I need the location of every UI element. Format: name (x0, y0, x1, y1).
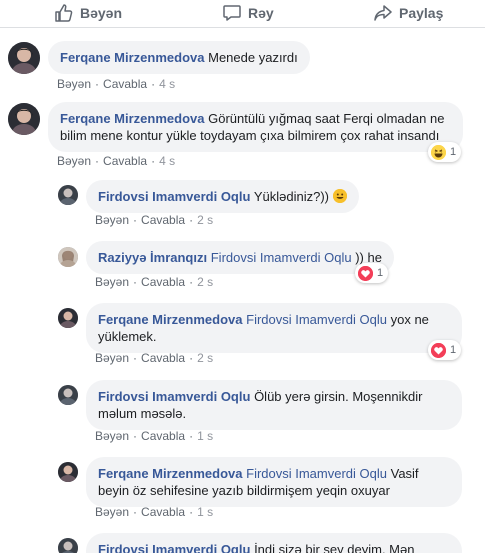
comment-text: Menede yazırdı (208, 50, 298, 65)
like-label: Bəyən (80, 5, 123, 21)
comment-timestamp[interactable]: 4 s (159, 77, 175, 91)
comment-timestamp[interactable]: 2 s (197, 213, 213, 227)
grin-emoji-icon (332, 189, 347, 203)
comment-reply-link[interactable]: Cavabla (103, 154, 147, 168)
comment-author[interactable]: Firdovsi Imamverdi Oqlu (98, 389, 250, 404)
comment-bubble: Firdovsi Imamverdi Oqlu İndi sizə bir şe… (86, 533, 462, 553)
comment-author[interactable]: Firdovsi Imamverdi Oqlu (98, 189, 250, 204)
comment-reply-link[interactable]: Cavabla (141, 213, 185, 227)
avatar[interactable] (58, 538, 78, 553)
comment-bubble: Ferqane Mirzenmedova Menede yazırdı (48, 41, 310, 74)
comment-reply-link[interactable]: Cavabla (141, 429, 185, 443)
reaction-count: 1 (377, 267, 384, 279)
share-button[interactable]: Paylaş (373, 3, 443, 23)
reaction-count: 1 (450, 344, 457, 356)
comment-meta: Bəyən · Cavabla · 4 s (57, 154, 176, 168)
comment-like-link[interactable]: Bəyən (95, 351, 129, 365)
share-arrow-icon (373, 3, 393, 23)
comment-author[interactable]: Firdovsi Imamverdi Oqlu (98, 542, 250, 553)
post-action-bar: Bəyən Rəy Paylaş (0, 0, 485, 28)
comment-reply-link[interactable]: Cavabla (103, 77, 147, 91)
share-label: Paylaş (399, 5, 444, 21)
comment-like-link[interactable]: Bəyən (95, 213, 129, 227)
mention-link[interactable]: Firdovsi Imamverdi Oqlu (246, 312, 387, 327)
comment-author[interactable]: Ferqane Mirzenmedova (60, 50, 205, 65)
reaction-badge[interactable]: 1 (428, 340, 462, 360)
reply-button[interactable]: Rəy (222, 3, 274, 23)
comment-text: Yüklədiniz?)) (253, 189, 329, 204)
comment-bubble: Ferqane Mirzenmedova Firdovsi Imamverdi … (86, 457, 462, 507)
comment-reply-link[interactable]: Cavabla (141, 351, 185, 365)
heart-icon (358, 265, 373, 281)
reaction-count: 1 (450, 146, 457, 158)
comment-timestamp[interactable]: 4 s (159, 154, 175, 168)
comment-bubble: Raziyyə İmranqızı Firdovsi Imamverdi Oql… (86, 241, 394, 274)
comment-bubble: Ferqane Mirzenmedova Görüntülü yığmaq sa… (48, 102, 463, 152)
comment-meta: Bəyən · Cavabla · 2 s (95, 275, 214, 289)
avatar[interactable] (58, 185, 78, 205)
comment-timestamp[interactable]: 2 s (197, 275, 213, 289)
mention-link[interactable]: Firdovsi Imamverdi Oqlu (211, 250, 352, 265)
comment-author[interactable]: Ferqane Mirzenmedova (98, 466, 243, 481)
comment-meta: Bəyən · Cavabla · 1 s (95, 429, 214, 443)
comment-timestamp[interactable]: 1 s (197, 429, 213, 443)
comment-author[interactable]: Ferqane Mirzenmedova (98, 312, 243, 327)
haha-icon (431, 144, 446, 160)
avatar[interactable] (8, 103, 40, 135)
reaction-badge[interactable]: 1 (355, 263, 389, 283)
comment-bubble: Ferqane Mirzenmedova Firdovsi Imamverdi … (86, 303, 462, 353)
comment-reply-link[interactable]: Cavabla (141, 505, 185, 519)
comment-author[interactable]: Ferqane Mirzenmedova (60, 111, 205, 126)
comments-section: Ferqane Mirzenmedova Menede yazırdı Bəyə… (0, 28, 485, 553)
avatar[interactable] (8, 42, 40, 74)
avatar[interactable] (58, 308, 78, 328)
comment-like-link[interactable]: Bəyən (57, 154, 91, 168)
speech-bubble-icon (222, 3, 242, 23)
comment-meta: Bəyən · Cavabla · 4 s (57, 77, 176, 91)
avatar[interactable] (58, 247, 78, 267)
comment-like-link[interactable]: Bəyən (57, 77, 91, 91)
avatar[interactable] (58, 385, 78, 405)
avatar[interactable] (58, 462, 78, 482)
comment-like-link[interactable]: Bəyən (95, 505, 129, 519)
like-button[interactable]: Bəyən (54, 3, 122, 23)
comment-like-link[interactable]: Bəyən (95, 275, 129, 289)
thumbs-up-icon (54, 3, 74, 23)
heart-icon (431, 342, 446, 358)
comment-bubble: Firdovsi Imamverdi Oqlu Yüklədiniz?)) (86, 180, 359, 213)
comment-reply-link[interactable]: Cavabla (141, 275, 185, 289)
mention-link[interactable]: Firdovsi Imamverdi Oqlu (246, 466, 387, 481)
comment-bubble: Firdovsi Imamverdi Oqlu Ölüb yerə girsin… (86, 380, 462, 430)
comment-author[interactable]: Raziyyə İmranqızı (98, 250, 207, 265)
comment-timestamp[interactable]: 1 s (197, 505, 213, 519)
comment-timestamp[interactable]: 2 s (197, 351, 213, 365)
reaction-badge[interactable]: 1 (428, 142, 462, 162)
comment-meta: Bəyən · Cavabla · 2 s (95, 213, 214, 227)
comment-meta: Bəyən · Cavabla · 2 s (95, 351, 214, 365)
reply-label: Rəy (248, 5, 274, 21)
comment-meta: Bəyən · Cavabla · 1 s (95, 505, 214, 519)
comment-like-link[interactable]: Bəyən (95, 429, 129, 443)
